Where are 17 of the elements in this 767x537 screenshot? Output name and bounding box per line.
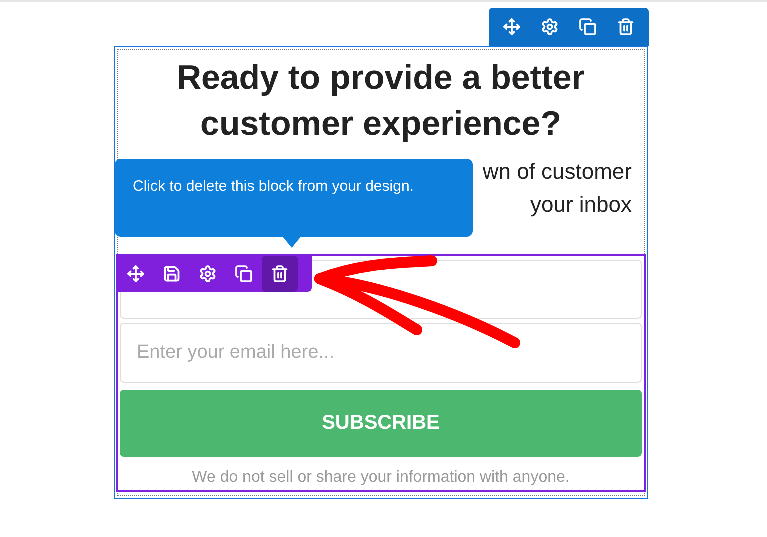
- paragraph-line: your inbox: [530, 191, 632, 219]
- delete-button[interactable]: [262, 256, 298, 292]
- trash-icon: [271, 265, 289, 283]
- paragraph-line: wn of customer: [482, 158, 632, 186]
- email-field[interactable]: Enter your email here...: [120, 323, 642, 383]
- move-icon: [127, 265, 145, 283]
- copy-icon: [579, 18, 597, 36]
- disclaimer: We do not sell or share your information with anyone.: [191, 468, 571, 488]
- settings-icon: [199, 265, 217, 283]
- subscribe-button[interactable]: SUBSCRIBE: [120, 390, 642, 458]
- heading: Ready to provide a better customer experience?: [176, 58, 586, 145]
- trash-icon: [617, 18, 635, 36]
- tooltip-text: Click to delete this block from your design.: [133, 177, 415, 197]
- save-icon: [163, 265, 181, 283]
- copy-icon: [235, 265, 253, 283]
- settings-icon: [541, 18, 559, 36]
- move-icon: [503, 18, 521, 36]
